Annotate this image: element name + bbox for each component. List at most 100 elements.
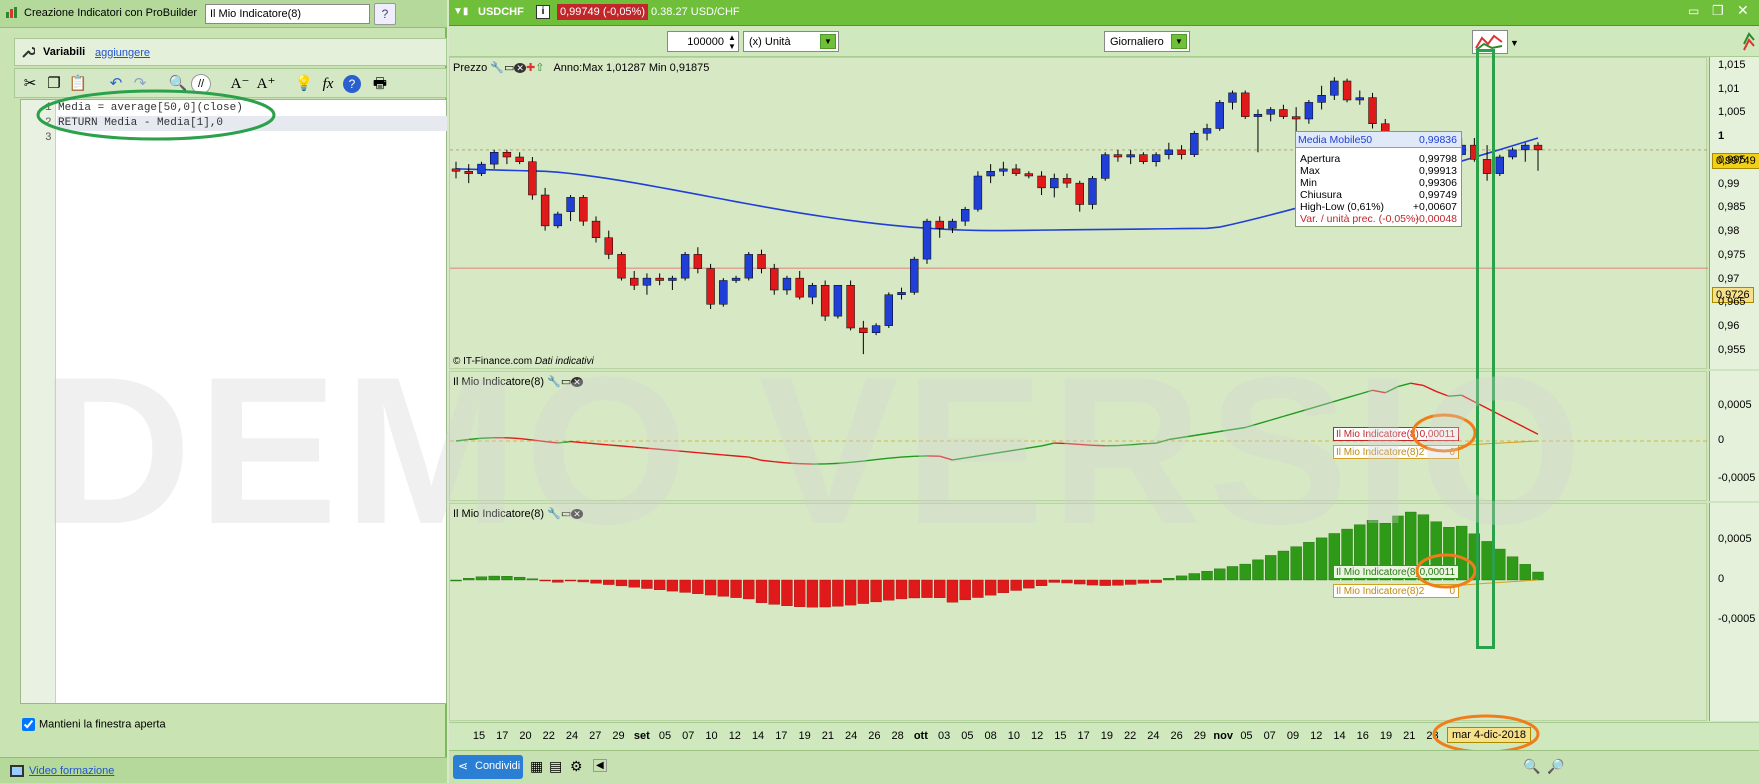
- restore-icon[interactable]: ❐: [1712, 3, 1724, 19]
- draw-tools-icon[interactable]: [1741, 30, 1757, 54]
- indicator-segment: [519, 437, 533, 441]
- video-training-link[interactable]: Video formazione: [29, 765, 114, 777]
- indicator-panel-line[interactable]: Il Mio Indicatore(8) 🔧▭ ✕ Il Mio Indicato…: [449, 371, 1708, 502]
- histogram-bar: [539, 579, 551, 582]
- indicator-segment: [557, 440, 571, 444]
- x-tick: 10: [705, 730, 718, 742]
- indicator-segment: [1117, 444, 1131, 447]
- code-editor[interactable]: 1 2 3 Media = average[50,0](close) RETUR…: [20, 89, 447, 704]
- histogram-bar: [997, 579, 1010, 594]
- indicator2-y-axis[interactable]: 0,0005 0 -0,0005: [1709, 503, 1759, 721]
- lightbulb-icon[interactable]: 💡: [293, 73, 315, 95]
- x-tick: 07: [682, 730, 695, 742]
- quantity-stepper-icon[interactable]: ▲ ▼: [728, 33, 736, 51]
- zoom-out-icon[interactable]: 🔍: [1523, 758, 1540, 775]
- symbol-name: USDCHF: [478, 6, 524, 18]
- indicator-segment: [608, 444, 622, 447]
- indicator-name-input[interactable]: [205, 4, 370, 24]
- timeframe-select-label: Giornaliero: [1110, 36, 1164, 48]
- unit-select[interactable]: (x) Unità ▼: [743, 31, 839, 52]
- zoom-in-icon[interactable]: 🔎: [1547, 758, 1564, 775]
- scroll-left-icon[interactable]: ◀: [593, 759, 607, 772]
- candle-body: [897, 292, 906, 295]
- close-icon[interactable]: ✕: [514, 63, 526, 73]
- indicator-segment: [1435, 390, 1450, 397]
- add-variable-link[interactable]: aggiungere: [95, 47, 150, 59]
- close-icon[interactable]: ✕: [1737, 2, 1749, 19]
- indicator-segment: [888, 456, 902, 459]
- wrench-icon[interactable]: 🔧: [490, 62, 504, 74]
- chevron-down-icon[interactable]: ▼: [1171, 34, 1187, 49]
- x-tick: 19: [1100, 730, 1114, 742]
- window-menu-icon[interactable]: ▼▮: [453, 6, 468, 17]
- keep-open-check[interactable]: [22, 718, 35, 731]
- keep-open-label: Mantieni la finestra aperta: [39, 718, 166, 731]
- close-icon[interactable]: ✕: [571, 509, 583, 519]
- move-up-icon[interactable]: ⇧: [535, 62, 544, 74]
- candle-body: [960, 209, 970, 222]
- histogram-bar: [590, 579, 602, 584]
- candle-body: [579, 197, 588, 222]
- add-icon[interactable]: ✚: [526, 62, 535, 74]
- histogram-bar: [832, 579, 844, 607]
- histogram-bar: [857, 579, 870, 604]
- indicator-segment: [1181, 434, 1195, 439]
- table-icon[interactable]: ▤: [549, 758, 562, 775]
- indicator-line-chart[interactable]: [450, 372, 1708, 502]
- y-tick: 0,98: [1718, 225, 1740, 237]
- window-icon[interactable]: ▭: [561, 376, 571, 388]
- x-tick: 07: [1263, 730, 1276, 742]
- wrench-icon[interactable]: 🔧: [547, 376, 561, 388]
- help-icon[interactable]: ?: [374, 3, 396, 25]
- indicator-segment: [1448, 394, 1462, 397]
- x-tick: 12: [728, 730, 741, 742]
- wrench-icon[interactable]: [21, 45, 35, 59]
- histogram-bar: [653, 579, 666, 591]
- layout-icon[interactable]: ▦: [530, 758, 543, 775]
- candle-body: [477, 163, 486, 174]
- video-bar: Video formazione: [0, 757, 447, 783]
- keep-open-checkbox[interactable]: Mantieni la finestra aperta: [22, 718, 166, 731]
- indicator-segment: [875, 457, 889, 461]
- histogram-bar: [692, 579, 704, 594]
- x-axis[interactable]: 15 17 20 22 24 27 29 set 05 07 10 12 14 17 19 21 24 26 28 o…: [449, 722, 1759, 750]
- indicator1-title: Il Mio Indicatore(8): [453, 376, 545, 388]
- close-icon[interactable]: ✕: [571, 377, 583, 387]
- candle-body: [1113, 154, 1123, 158]
- credit-text: © IT-Finance.com: [453, 356, 533, 367]
- candle-body: [986, 171, 995, 177]
- minimize-icon[interactable]: ▭: [1688, 4, 1699, 18]
- indicator-segment: [1194, 432, 1208, 437]
- histogram-bar: [844, 579, 857, 606]
- price-chart[interactable]: [450, 58, 1708, 370]
- candle-body: [1266, 109, 1275, 115]
- indicator-segment: [621, 445, 635, 448]
- settings-icon[interactable]: ⚙: [570, 758, 583, 775]
- print-icon[interactable]: 🖶: [369, 73, 391, 95]
- histogram-bar: [552, 579, 564, 583]
- function-icon[interactable]: fx: [317, 73, 339, 95]
- chevron-down-icon[interactable]: ▼: [820, 34, 836, 49]
- indicator1-y-axis[interactable]: 0,0005 0 -0,0005: [1709, 371, 1759, 501]
- timeframe-select[interactable]: Giornaliero ▼: [1104, 31, 1190, 52]
- x-tick: 17: [775, 730, 788, 742]
- indicator-segment: [952, 457, 966, 461]
- histogram-bar: [870, 579, 882, 603]
- indicator-segment: [583, 441, 597, 445]
- candle-body: [884, 294, 893, 326]
- price-panel[interactable]: Prezzo 🔧▭ ✕ ✚⇧ Anno:Max 1,01287 Min 0,9187…: [449, 57, 1708, 370]
- y-tick: 0,96: [1718, 320, 1740, 332]
- window-icon[interactable]: ▭: [504, 62, 514, 74]
- x-tick: 24: [844, 730, 858, 742]
- indicator-histogram-chart[interactable]: [450, 504, 1708, 722]
- info-icon[interactable]: i: [536, 5, 550, 19]
- window-icon[interactable]: ▭: [561, 508, 571, 520]
- price-y-axis[interactable]: 0,99749 0,9726 1,015 1,01 1,005 1 0,995 0,99 0…: [1709, 57, 1759, 369]
- candle-body: [808, 285, 817, 298]
- wrench-icon[interactable]: 🔧: [547, 508, 561, 520]
- help-circle-icon[interactable]: ?: [343, 75, 361, 93]
- info-key: Min: [1300, 177, 1317, 189]
- indicator-segment: [837, 461, 851, 465]
- indicator-panel-histogram[interactable]: Il Mio Indicatore(8) 🔧▭ ✕ Il Mio Indicato…: [449, 503, 1707, 721]
- x-tick: 26: [868, 730, 881, 742]
